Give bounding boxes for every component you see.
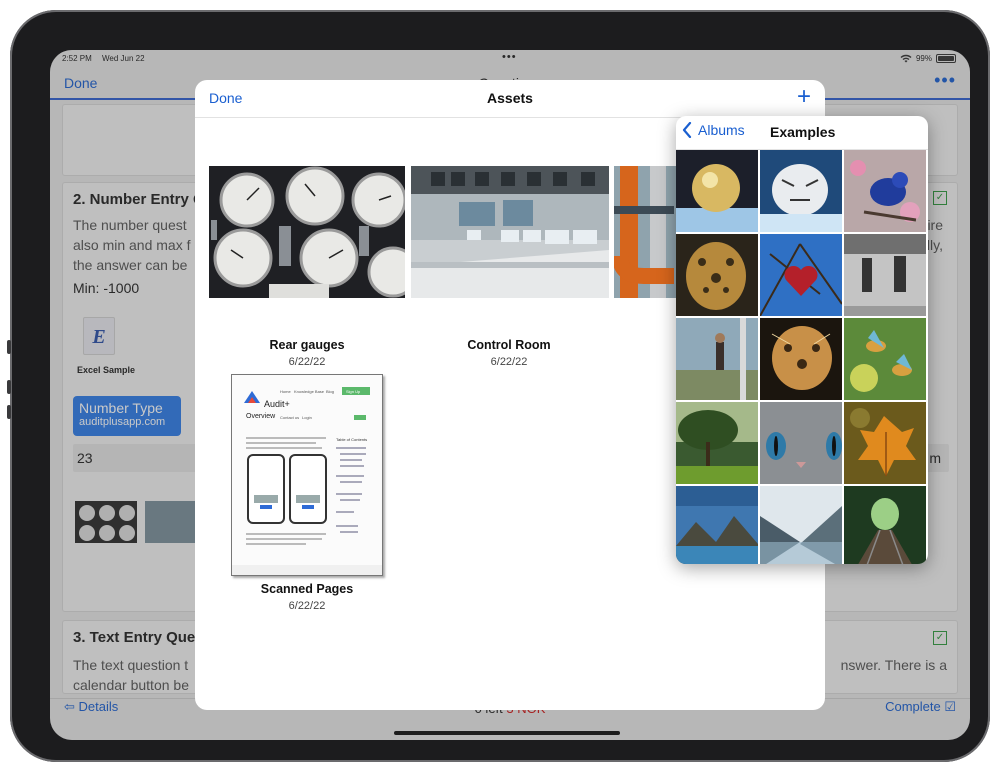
ipad-frame: 2:52 PM Wed Jun 22 ••• 99% Done Question… xyxy=(7,10,990,762)
photo-leopard-art[interactable] xyxy=(760,318,842,400)
asset-name: Scanned Pages xyxy=(260,582,354,596)
photo-hummingbirds[interactable] xyxy=(844,318,926,400)
add-plus-icon[interactable]: + xyxy=(797,83,811,111)
photo-grid xyxy=(676,150,928,564)
control-room-image xyxy=(411,166,609,298)
scan-nav-kb: Knowledge Base xyxy=(294,389,325,394)
photo-bubble[interactable] xyxy=(676,150,758,232)
photo-picker-popover: Albums Examples xyxy=(676,116,928,564)
photo-cat-eyes[interactable] xyxy=(760,402,842,484)
side-button xyxy=(7,380,11,394)
photo-leaf[interactable] xyxy=(844,402,926,484)
photo-tree[interactable] xyxy=(676,402,758,484)
scan-nav-signup: Sign Up xyxy=(346,389,361,394)
asset-date: 6/22/22 xyxy=(490,356,528,368)
scan-toc: Table of Contents xyxy=(336,437,368,442)
scanned-page-art xyxy=(232,387,382,575)
albums-back-button[interactable]: Albums xyxy=(682,122,745,138)
asset-name: Control Room xyxy=(467,338,551,352)
popover-header: Albums Examples xyxy=(676,116,928,150)
asset-thumbnail-rear-gauges[interactable] xyxy=(209,166,405,298)
asset-thumbnail-control-room[interactable] xyxy=(411,166,609,298)
photo-lake[interactable] xyxy=(676,486,758,564)
side-button xyxy=(7,340,11,354)
photo-blue-bird[interactable] xyxy=(844,150,926,232)
albums-label: Albums xyxy=(698,122,745,138)
photo-heart[interactable] xyxy=(760,234,842,316)
scan-link: Contact us xyxy=(280,415,300,420)
chevron-left-icon xyxy=(682,122,692,138)
photo-railway[interactable] xyxy=(844,486,926,564)
scan-nav-home: Home xyxy=(280,389,291,394)
screen: 2:52 PM Wed Jun 22 ••• 99% Done Question… xyxy=(50,50,970,740)
scan-heading: Overview xyxy=(246,413,276,420)
asset-caption: Control Room 6/22/22 xyxy=(411,338,607,368)
photo-tiger[interactable] xyxy=(760,150,842,232)
album-title: Examples xyxy=(770,124,836,140)
photo-leopard[interactable] xyxy=(676,234,758,316)
scan-link: Login xyxy=(302,415,312,420)
asset-caption: Scanned Pages 6/22/22 xyxy=(209,582,405,612)
asset-date: 6/22/22 xyxy=(288,600,326,612)
photo-climber[interactable] xyxy=(676,318,758,400)
asset-caption: Rear gauges 6/22/22 xyxy=(209,338,405,368)
assets-title: Assets xyxy=(487,90,533,106)
asset-date: 6/22/22 xyxy=(288,356,326,368)
gauges-image xyxy=(209,166,405,298)
asset-name: Rear gauges xyxy=(269,338,345,352)
assets-header: Done Assets + xyxy=(195,80,825,118)
side-button xyxy=(7,405,11,419)
scan-brand: Audit+ xyxy=(264,399,290,409)
scan-nav-blog: Blog xyxy=(326,389,335,394)
photo-jumpers[interactable] xyxy=(844,234,926,316)
asset-thumbnail-scanned-pages[interactable]: Audit+ Home Knowledge Base Blog Sign Up … xyxy=(231,374,383,576)
photo-fjord[interactable] xyxy=(760,486,842,564)
